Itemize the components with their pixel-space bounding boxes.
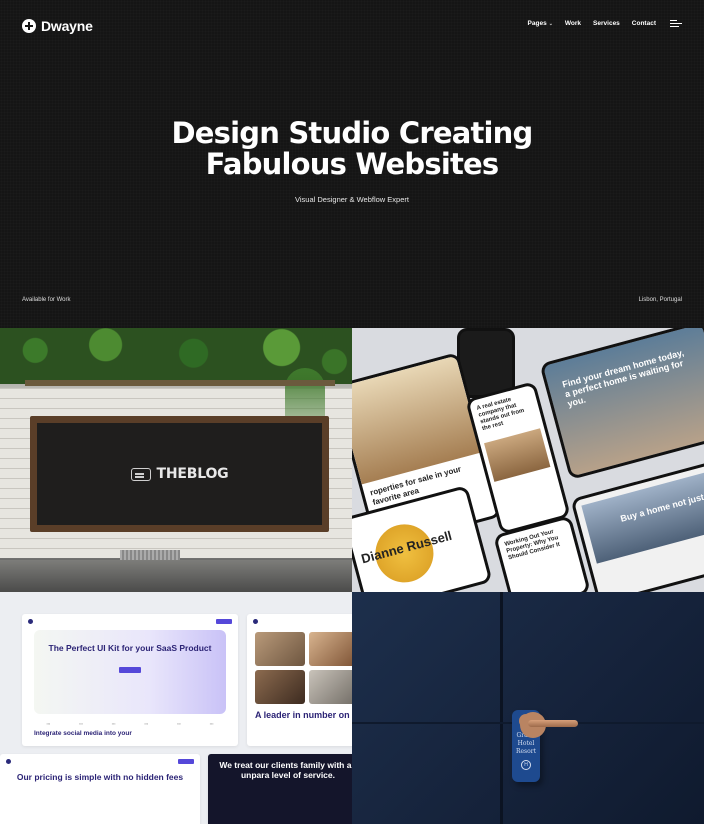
nav-item-label: Contact	[631, 20, 656, 27]
mini-cta-button	[216, 618, 232, 624]
team-photo	[255, 670, 305, 704]
saas-home-card: The Perfect UI Kit for your SaaS Product…	[22, 614, 238, 746]
team-photo	[255, 632, 305, 666]
saas-hero: The Perfect UI Kit for your SaaS Product	[34, 630, 226, 714]
hero-subtitle: Visual Designer & Webflow Expert	[295, 195, 409, 204]
tag-line: Resort	[515, 748, 537, 755]
integrate-headline: Integrate social media into your	[34, 730, 132, 737]
team-photos	[247, 628, 352, 708]
mini-cta-button	[178, 758, 194, 764]
nav-item-pages[interactable]: Pages ⌄	[528, 20, 553, 27]
hero-title: Design Studio Creating Fabulous Websites	[0, 118, 704, 180]
mockup-buy-home-page: Buy a home not just a	[570, 460, 704, 592]
portfolio-item-real-estate[interactable]: roperties for sale in your favorite area…	[352, 328, 704, 592]
pricing-headline: Our pricing is simple with no hidden fee…	[16, 772, 184, 782]
saas-cta-button	[119, 667, 141, 673]
saas-service-card: We treat our clients family with an unpa…	[208, 754, 352, 824]
team-photo	[309, 632, 352, 666]
team-photo	[309, 670, 352, 704]
client-logos: ▪▪▪ ▪▪▪ ▪▪▪ ▪▪▪ ▪▪▪ ▪▪▪	[46, 722, 214, 726]
hotel-emblem-icon: H	[521, 760, 531, 770]
nav-item-work[interactable]: Work	[565, 20, 581, 27]
nav-item-services[interactable]: Services	[593, 20, 620, 27]
mini-logo-icon	[253, 618, 258, 624]
logo[interactable]: Dwayne	[22, 18, 93, 34]
mini-nav	[0, 754, 200, 768]
vent-grille	[120, 550, 180, 560]
nav-item-contact[interactable]: Contact	[632, 20, 656, 27]
nav-item-label: Work	[564, 20, 582, 27]
tag-line: Hotel	[517, 740, 535, 747]
nav-item-label: Pages	[527, 20, 547, 27]
mini-logo-icon	[6, 758, 11, 764]
portfolio-item-saas-kit[interactable]: The Perfect UI Kit for your SaaS Product…	[0, 592, 352, 824]
logo-plus-icon	[22, 19, 36, 33]
main-nav: Pages ⌄ Work Services Contact	[528, 20, 682, 27]
dream-home-headline: Find your dream home today, a perfect ho…	[561, 347, 685, 409]
hero-title-line-2: Fabulous Websites	[205, 147, 500, 181]
mini-logo-icon	[28, 618, 33, 624]
mini-nav	[22, 614, 238, 628]
wooden-beam	[25, 380, 335, 386]
logo-text: Dwayne	[41, 18, 93, 34]
sidewalk	[0, 560, 352, 592]
blog-logo-icon	[130, 467, 151, 481]
availability-label: Available for Work	[22, 297, 71, 303]
mockup-dream-home-page: Find your dream home today, a perfect ho…	[539, 328, 704, 480]
nav-item-label: Services	[593, 20, 620, 27]
door-handle	[528, 720, 578, 727]
mini-nav	[247, 614, 352, 628]
saas-team-card: A leader in number on	[247, 614, 352, 746]
location-label: Lisbon, Portugal	[638, 297, 682, 303]
blog-logo-text: THEBLOG	[156, 466, 229, 482]
billboard: THEBLOG	[37, 423, 322, 525]
leader-headline: A leader in number on	[255, 710, 350, 720]
hero-title-line-1: Design Studio Creating	[171, 116, 534, 150]
chevron-down-icon: ⌄	[548, 20, 553, 27]
hero-section: Dwayne Pages ⌄ Work Services Contact Des…	[0, 0, 704, 328]
saas-title: The Perfect UI Kit for your SaaS Product	[48, 643, 212, 653]
hamburger-icon[interactable]	[670, 20, 682, 27]
service-headline: We treat our clients family with an unpa…	[219, 760, 352, 780]
saas-pricing-card: Our pricing is simple with no hidden fee…	[0, 754, 200, 824]
portfolio-item-grand-hotel[interactable]: Grand Hotel Resort H	[352, 592, 704, 824]
door-seam	[500, 592, 503, 824]
portfolio-item-theblog[interactable]: THEBLOG	[0, 328, 352, 592]
billboard-frame: THEBLOG	[30, 416, 329, 532]
